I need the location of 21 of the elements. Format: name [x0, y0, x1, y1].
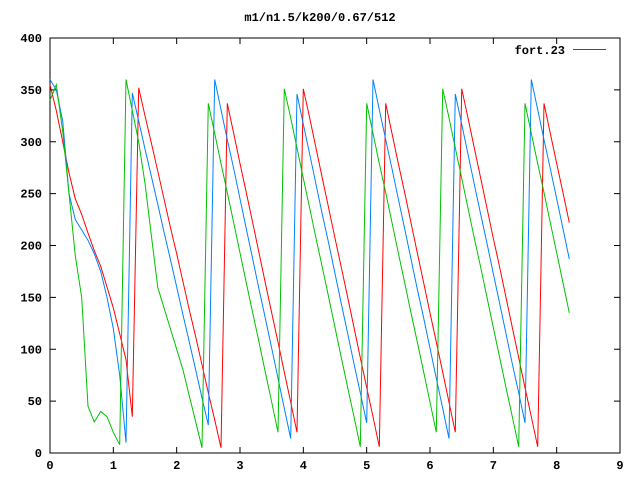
axis-tick-label: 2	[173, 459, 180, 473]
axis-tick-label: 9	[616, 459, 624, 473]
chart-title: m1/n1.5/k200/0.67/512	[244, 12, 396, 24]
axis-tick-label: 0	[34, 447, 42, 461]
legend-label: fort.23	[514, 44, 565, 58]
axis-tick-label: 7	[490, 459, 497, 473]
axis-tick-label: 250	[20, 188, 42, 202]
axis-tick-label: 6	[426, 459, 434, 473]
axis-tick-label: 8	[553, 459, 560, 473]
axis-tick-label: 4	[300, 459, 307, 473]
axis-tick-label: 5	[363, 459, 370, 473]
axis-tick-label: 50	[28, 395, 42, 410]
axis-tick-label: 200	[20, 240, 42, 254]
axis-tick-label: 400	[20, 32, 42, 46]
axis-tick-label: 300	[20, 136, 42, 150]
axis-tick-label: 100	[20, 343, 42, 358]
axis-tick-label: 150	[20, 291, 42, 306]
axis-tick-label: 0	[46, 459, 54, 473]
axis-tick-label: 1	[110, 459, 117, 473]
axis-tick-label: 350	[20, 84, 42, 98]
axis-tick-label: 3	[236, 459, 244, 473]
